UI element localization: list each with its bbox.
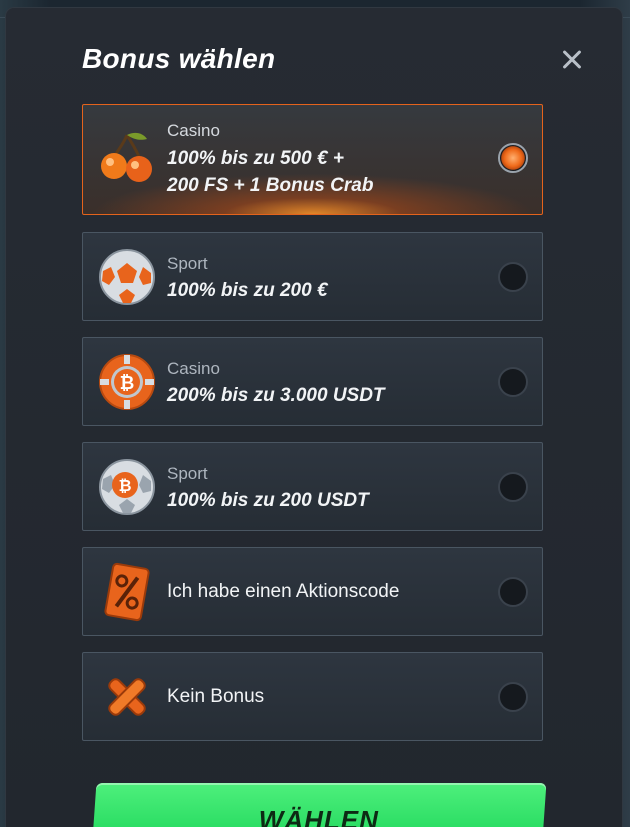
radio-button[interactable] [498, 577, 528, 607]
option-category: Casino [167, 121, 220, 140]
option-title-line1: 200% bis zu 3.000 USDT [167, 385, 385, 406]
radio-button-selected[interactable] [498, 143, 528, 173]
bonus-option-sport-200eur[interactable]: Sport 100% bis zu 200 € [82, 232, 543, 321]
modal-title: Bonus wählen [82, 43, 276, 74]
radio-button[interactable] [498, 682, 528, 712]
select-bonus-button[interactable]: WÄHLEN [91, 783, 547, 827]
bonus-option-casino-500[interactable]: Casino 100% bis zu 500 € + 200 FS + 1 Bo… [82, 104, 543, 215]
option-category: Casino [167, 359, 220, 378]
svg-text:₿: ₿ [120, 373, 135, 394]
bonus-option-promo-code[interactable]: Ich habe einen Aktionscode [82, 547, 543, 636]
select-bonus-button-label: WÄHLEN [258, 805, 379, 827]
close-icon[interactable] [556, 44, 588, 76]
bonus-option-sport-200usdt[interactable]: ₿ Sport 100% bis zu 200 USDT [82, 442, 543, 531]
bitcoin-chip-icon: ₿ [99, 354, 155, 410]
bonus-option-casino-3000usdt[interactable]: ₿ Casino 200% bis zu 3.000 USDT [82, 337, 543, 426]
option-category: Sport [167, 464, 208, 483]
radio-button[interactable] [498, 262, 528, 292]
option-label: Kein Bonus [167, 686, 265, 707]
svg-text:₿: ₿ [118, 476, 131, 495]
bonus-modal: Bonus wählen Casino 100% bis zu 500 € + … [6, 8, 622, 827]
bitcoin-soccer-ball-icon: ₿ [99, 459, 155, 515]
option-label: Ich habe einen Aktionscode [167, 581, 400, 602]
cherries-icon [101, 132, 152, 182]
bonus-option-no-bonus[interactable]: Kein Bonus [82, 652, 543, 741]
cross-icon [108, 678, 146, 716]
radio-button[interactable] [498, 472, 528, 502]
soccer-ball-icon [99, 249, 155, 305]
option-category: Sport [167, 254, 208, 273]
radio-button[interactable] [498, 367, 528, 397]
percent-coupon-icon [104, 562, 150, 622]
option-title-line1: 100% bis zu 200 USDT [167, 490, 369, 511]
option-title-line1: 100% bis zu 500 € + [167, 148, 344, 169]
option-title-line2: 200 FS + 1 Bonus Crab [167, 175, 374, 196]
option-title-line1: 100% bis zu 200 € [167, 280, 328, 301]
